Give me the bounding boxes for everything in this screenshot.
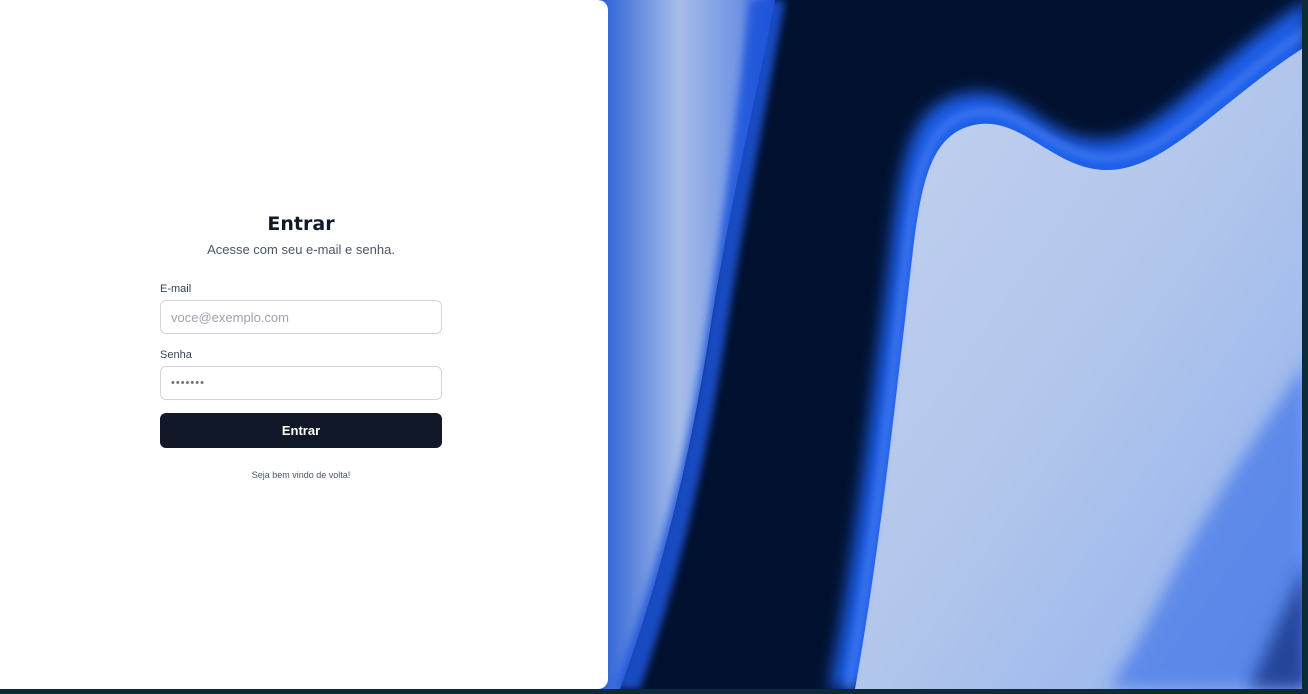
abstract-wave-graphic [600,0,1308,689]
welcome-back-text: Seja bem vindo de volta! [251,470,351,480]
page-subtitle: Acesse com seu e-mail e senha. [207,242,395,257]
login-page: Entrar Acesse com seu e-mail e senha. E-… [0,0,1308,694]
bottom-edge [0,689,1308,694]
hero-background-image [600,0,1308,689]
email-label: E-mail [160,283,192,295]
login-panel: Entrar Acesse com seu e-mail e senha. E-… [0,0,608,689]
submit-button[interactable]: Entrar [160,413,442,448]
password-label: Senha [160,349,192,361]
page-title: Entrar [267,213,335,235]
login-form: Entrar Acesse com seu e-mail e senha. E-… [160,212,442,481]
email-field[interactable] [160,300,442,334]
password-field[interactable]: ••••••• [160,366,442,400]
password-mask: ••••••• [171,377,205,389]
